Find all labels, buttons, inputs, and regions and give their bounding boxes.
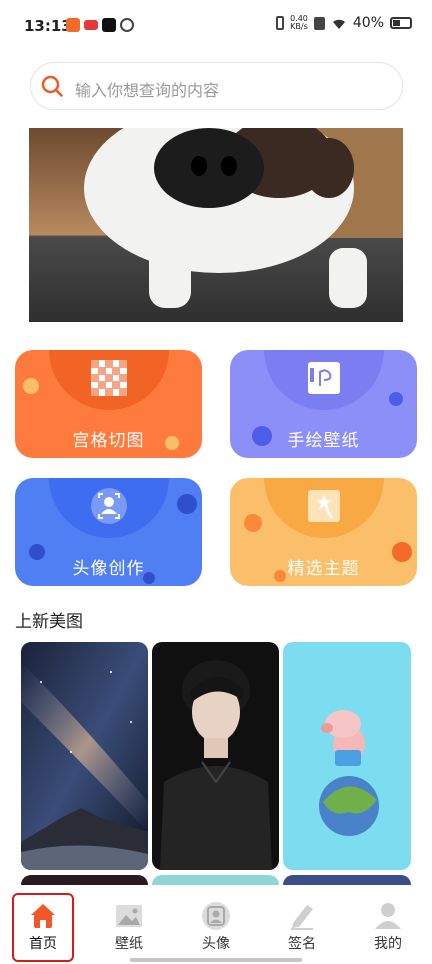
- feature-card-drawing[interactable]: 手绘壁纸: [230, 350, 417, 458]
- drawing-icon: [308, 362, 340, 394]
- section-title: 上新美图: [15, 612, 83, 632]
- app-notification-icon: [66, 18, 80, 32]
- gallery-item-galaxy[interactable]: [21, 642, 148, 870]
- grid-icon: [91, 360, 127, 396]
- net-speed-unit: KB/s: [290, 22, 308, 31]
- card-dot: [389, 392, 403, 406]
- star-wand-icon: [308, 490, 340, 522]
- wifi-icon: [332, 19, 345, 29]
- portrait-icon: [202, 902, 230, 930]
- feature-label: 精选主题: [287, 559, 360, 579]
- feature-label: 头像创作: [72, 559, 145, 579]
- app-notification-icon: [84, 20, 98, 30]
- search-placeholder: 输入你想查询的内容: [75, 81, 220, 100]
- link-icon: [120, 18, 134, 32]
- card-dot: [177, 494, 197, 514]
- portrait-image: [152, 642, 279, 870]
- net-speed: 0.40 KB/s: [290, 15, 308, 31]
- tab-label: 头像: [202, 936, 230, 952]
- feature-label: 宫格切图: [72, 431, 145, 451]
- status-bar: 13:13 0.40 KB/s 40%: [0, 0, 432, 52]
- tiktok-icon: [102, 18, 116, 32]
- feature-card-theme[interactable]: 精选主题: [230, 478, 417, 586]
- tab-label: 签名: [288, 936, 316, 952]
- pig-image: [283, 642, 411, 870]
- search-input[interactable]: 输入你想查询的内容: [30, 62, 403, 110]
- selection-highlight: [12, 893, 74, 962]
- tab-signature[interactable]: 签名: [267, 885, 337, 955]
- home-indicator: [130, 958, 302, 962]
- card-dot: [244, 514, 262, 532]
- image-icon: [116, 905, 142, 927]
- gallery-item-portrait[interactable]: [152, 642, 279, 870]
- vibrate-icon: [276, 16, 285, 30]
- gallery-item-pig[interactable]: [283, 642, 411, 870]
- pen-icon: [291, 905, 313, 930]
- feature-label: 手绘壁纸: [287, 431, 360, 451]
- card-dot: [23, 378, 39, 394]
- battery-icon: [390, 17, 412, 29]
- feature-card-grid[interactable]: 宫格切图: [15, 350, 202, 458]
- battery-percent: 40%: [352, 15, 384, 31]
- user-icon: [375, 903, 401, 929]
- galaxy-image: [21, 642, 148, 870]
- dog-photo: [29, 128, 403, 322]
- banner-image[interactable]: [29, 128, 403, 322]
- tab-label: 我的: [374, 936, 402, 952]
- tab-avatar[interactable]: 头像: [181, 885, 251, 955]
- tab-mine[interactable]: 我的: [353, 885, 423, 955]
- feature-card-avatar[interactable]: 头像创作: [15, 478, 202, 586]
- search-icon: [41, 75, 63, 97]
- tab-wallpaper[interactable]: 壁纸: [94, 885, 164, 955]
- avatar-icon: [91, 488, 127, 524]
- status-time: 13:13: [24, 17, 72, 35]
- tab-label: 壁纸: [115, 936, 143, 952]
- sim-icon: [313, 16, 325, 30]
